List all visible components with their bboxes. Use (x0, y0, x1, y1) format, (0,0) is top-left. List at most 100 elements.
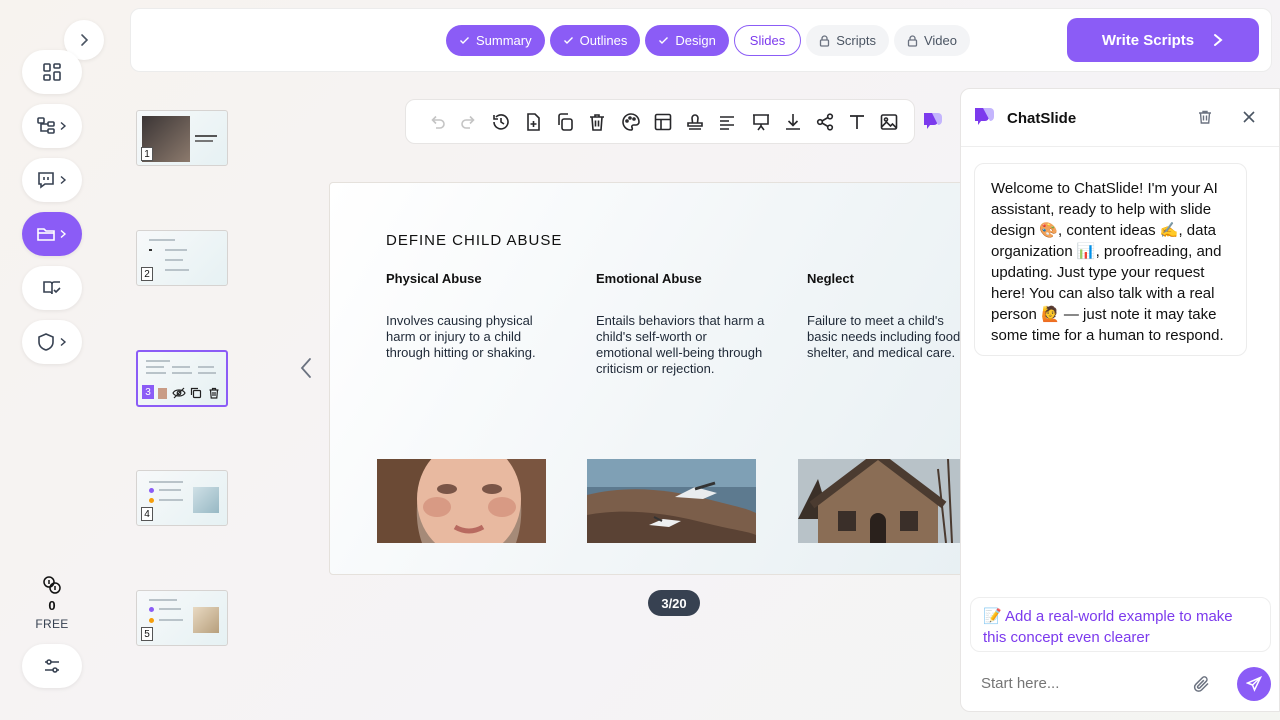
step-outlines[interactable]: Outlines (549, 25, 641, 56)
share-icon (816, 112, 834, 131)
chevron-right-icon (81, 34, 89, 46)
chevron-left-icon (300, 358, 311, 378)
image-icon (880, 113, 898, 130)
add-text-button[interactable] (841, 106, 873, 138)
hide-slide-icon[interactable] (172, 387, 186, 399)
chatslide-toggle-button[interactable] (922, 111, 944, 131)
sidebar-item-dashboard[interactable] (22, 50, 82, 94)
column-body[interactable]: Involves causing physical harm or injury… (386, 313, 556, 361)
add-page-icon (527, 112, 540, 131)
history-button[interactable] (485, 106, 517, 138)
portrait-image (377, 459, 546, 543)
settings-button[interactable] (22, 644, 82, 688)
feedback-icon (38, 172, 54, 189)
step-scripts[interactable]: Scripts (806, 25, 889, 56)
download-button[interactable] (777, 106, 809, 138)
sidebar-item-security[interactable] (22, 320, 82, 364)
sidebar-item-workflow[interactable] (22, 104, 82, 148)
sidebar-item-projects[interactable] (22, 212, 82, 256)
column-body[interactable]: Entails behaviors that harm a child's se… (596, 313, 766, 377)
slide-canvas[interactable]: DEFINE CHILD ABUSE Physical Abuse Involv… (329, 182, 969, 575)
column-heading[interactable]: Neglect (807, 271, 968, 286)
presentation-icon (753, 113, 769, 130)
send-message-button[interactable] (1237, 667, 1271, 701)
undo-icon (431, 115, 445, 129)
step-summary[interactable]: Summary (446, 25, 545, 56)
step-video[interactable]: Video (893, 25, 970, 56)
text-align-button[interactable] (711, 106, 743, 138)
sidebar-item-feedback[interactable] (22, 158, 82, 202)
book-icon (43, 281, 61, 295)
delete-button[interactable] (581, 106, 613, 138)
step-slides[interactable]: Slides (733, 25, 802, 56)
previous-slide-button[interactable] (298, 356, 314, 380)
old-house-photo[interactable] (798, 459, 967, 543)
download-icon (786, 113, 800, 130)
write-scripts-label: Write Scripts (1101, 31, 1195, 49)
layout-icon (654, 113, 672, 130)
palette-icon (622, 112, 640, 131)
slide-number: 2 (141, 267, 153, 281)
duplicate-button[interactable] (549, 106, 581, 138)
chat-header: ChatSlide (961, 89, 1279, 147)
delete-slide-icon[interactable] (208, 387, 220, 399)
theme-button[interactable] (615, 106, 647, 138)
slide-thumbnail-2[interactable]: 2 (136, 230, 228, 286)
redo-icon (461, 115, 475, 129)
column-heading[interactable]: Physical Abuse (386, 271, 556, 286)
coins-icon (43, 576, 61, 594)
lock-icon (820, 34, 830, 47)
history-icon (493, 113, 509, 130)
content-column-physical: Physical Abuse Involves causing physical… (386, 271, 556, 361)
step-label: Video (923, 33, 957, 48)
workflow-icon (37, 117, 55, 134)
clear-chat-button[interactable] (1197, 109, 1213, 125)
chat-panel: ChatSlide Welcome to ChatSlide! I'm your… (960, 88, 1280, 712)
plan-label: FREE (35, 617, 69, 631)
slide-thumbnail-3[interactable]: 3 (136, 350, 228, 407)
slide-number: 5 (141, 627, 153, 641)
logo-stamp-button[interactable] (679, 106, 711, 138)
stamp-icon (687, 113, 703, 130)
close-chat-button[interactable] (1242, 110, 1256, 124)
undo-button[interactable] (421, 106, 453, 138)
check-icon (659, 37, 669, 44)
add-slide-button[interactable] (517, 106, 549, 138)
slide-thumbnail-5[interactable]: 5 (136, 590, 228, 646)
seagulls-photo[interactable] (587, 459, 756, 543)
child-portrait-photo[interactable] (377, 459, 546, 543)
chevron-right-icon (60, 175, 67, 185)
chatslide-logo-icon (924, 113, 942, 129)
text-icon (850, 114, 864, 129)
trash-icon (1199, 110, 1211, 124)
sidebar-item-library[interactable] (22, 266, 82, 310)
page-indicator: 3/20 (648, 590, 700, 616)
slide-thumbnail-1[interactable]: 1 (136, 110, 228, 166)
slide-title[interactable]: DEFINE CHILD ABUSE (386, 232, 562, 249)
step-label: Design (675, 33, 716, 48)
share-button[interactable] (809, 106, 841, 138)
layout-button[interactable] (647, 106, 679, 138)
check-icon (460, 37, 469, 44)
add-image-button[interactable] (873, 106, 905, 138)
slide-thumbnail-4[interactable]: 4 (136, 470, 228, 526)
present-button[interactable] (745, 106, 777, 138)
content-column-emotional: Emotional Abuse Entails behaviors that h… (596, 271, 766, 377)
write-scripts-button[interactable]: Write Scripts (1067, 18, 1259, 62)
suggestion-chip[interactable]: 📝 Add a real-world example to make this … (970, 597, 1271, 652)
chevron-right-icon (60, 229, 67, 239)
step-label: Slides (749, 33, 786, 48)
chevron-right-icon (1214, 34, 1223, 46)
redo-button[interactable] (453, 106, 485, 138)
house-image (798, 459, 967, 543)
close-icon (1243, 111, 1255, 123)
chat-input[interactable] (981, 675, 1181, 692)
attach-file-button[interactable] (1193, 675, 1211, 693)
column-body[interactable]: Failure to meet a child's basic needs in… (807, 313, 968, 361)
credits-display: 0 FREE (22, 574, 82, 631)
thumbnail-image (193, 487, 219, 513)
seagulls-image (587, 459, 756, 543)
duplicate-slide-icon[interactable] (190, 387, 202, 399)
step-design[interactable]: Design (645, 25, 729, 56)
column-heading[interactable]: Emotional Abuse (596, 271, 766, 286)
